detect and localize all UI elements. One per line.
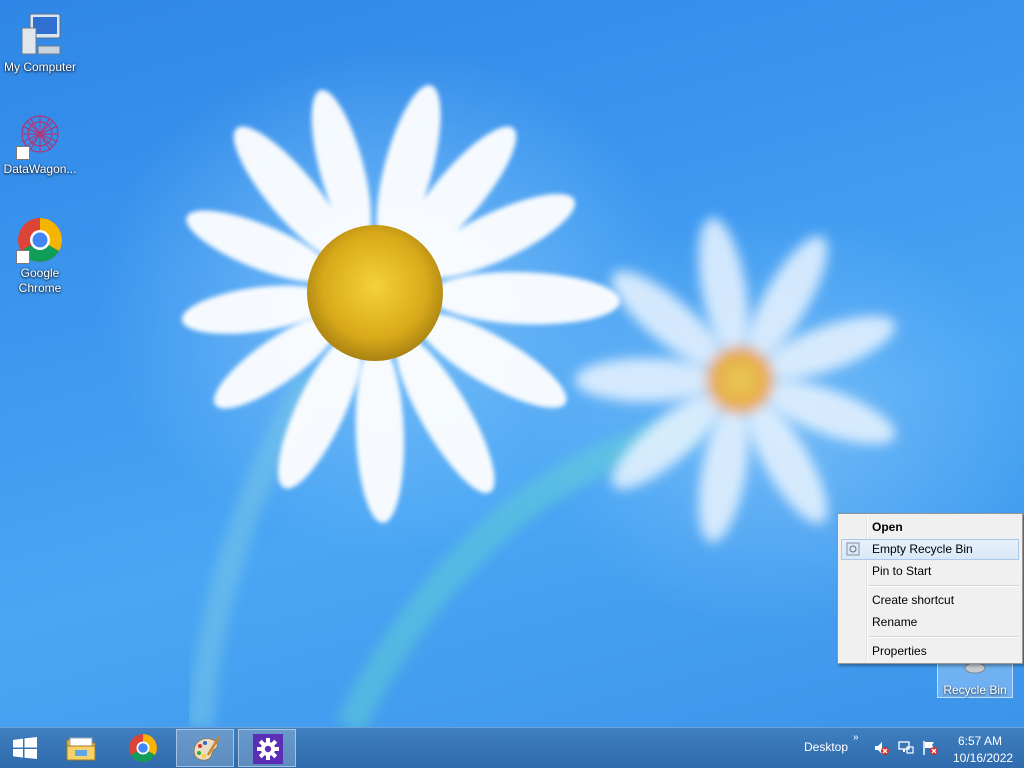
taskbar-paint-button[interactable] xyxy=(176,729,234,767)
desktop-icon-my-computer[interactable]: My Computer xyxy=(0,10,80,75)
chrome-icon xyxy=(16,216,64,264)
gear-icon xyxy=(252,733,284,765)
desktop-icon-datawagon[interactable]: DataWagon... xyxy=(0,112,80,177)
taskbar-chrome-button[interactable] xyxy=(114,729,172,767)
taskbar-file-explorer-button[interactable] xyxy=(52,729,110,767)
action-center-flag-icon[interactable] xyxy=(922,740,938,756)
menu-item-pin-to-start[interactable]: Pin to Start xyxy=(841,561,1019,582)
start-button[interactable] xyxy=(0,729,50,767)
desktop-icon-recycle-bin[interactable]: Recycle Bin xyxy=(937,662,1013,698)
menu-separator xyxy=(868,585,1019,587)
taskbar: Desktop » 6:57 AM 10/16/2022 xyxy=(0,727,1024,768)
desktop-icon-label: Google Chrome xyxy=(18,266,62,295)
folder-icon xyxy=(65,732,97,764)
menu-item-label: Rename xyxy=(872,615,918,629)
menu-item-label: Create shortcut xyxy=(872,593,955,607)
menu-item-rename[interactable]: Rename xyxy=(841,612,1019,633)
volume-muted-icon[interactable] xyxy=(873,740,889,756)
desktop-icon-google-chrome[interactable]: Google Chrome xyxy=(0,216,80,296)
palette-icon xyxy=(190,733,222,765)
windows-logo-icon xyxy=(12,737,38,759)
datawagon-icon xyxy=(16,112,64,160)
desktop[interactable]: My Computer DataWagon... Google Chrome R… xyxy=(0,0,1024,768)
computer-icon xyxy=(16,10,64,58)
menu-item-label: Open xyxy=(872,520,903,534)
menu-item-properties[interactable]: Properties xyxy=(841,641,1019,662)
desktop-icon-label: My Computer xyxy=(3,60,77,74)
menu-item-label: Pin to Start xyxy=(872,564,932,578)
chrome-icon xyxy=(127,732,159,764)
taskbar-settings-button[interactable] xyxy=(238,729,296,767)
menu-item-label: Properties xyxy=(872,644,927,658)
desktop-toolbar-label[interactable]: Desktop xyxy=(804,740,848,754)
desktop-icon-label: DataWagon... xyxy=(3,162,77,176)
shortcut-arrow-icon xyxy=(16,250,30,264)
clock-time[interactable]: 6:57 AM xyxy=(958,734,1002,748)
menu-separator xyxy=(868,636,1019,638)
desktop-icon-label: Recycle Bin xyxy=(943,683,1007,697)
shield-icon xyxy=(846,542,860,556)
shortcut-arrow-icon xyxy=(16,146,30,160)
menu-item-empty-recycle-bin[interactable]: Empty Recycle Bin xyxy=(841,539,1019,560)
menu-item-create-shortcut[interactable]: Create shortcut xyxy=(841,590,1019,611)
network-icon[interactable] xyxy=(898,740,914,756)
menu-item-label: Empty Recycle Bin xyxy=(872,542,973,556)
toolbar-chevron-button[interactable]: » xyxy=(853,732,859,743)
clock-date[interactable]: 10/16/2022 xyxy=(953,751,1013,765)
context-menu: Open Empty Recycle Bin Pin to Start Crea… xyxy=(837,513,1023,664)
menu-item-open[interactable]: Open xyxy=(841,517,1019,538)
